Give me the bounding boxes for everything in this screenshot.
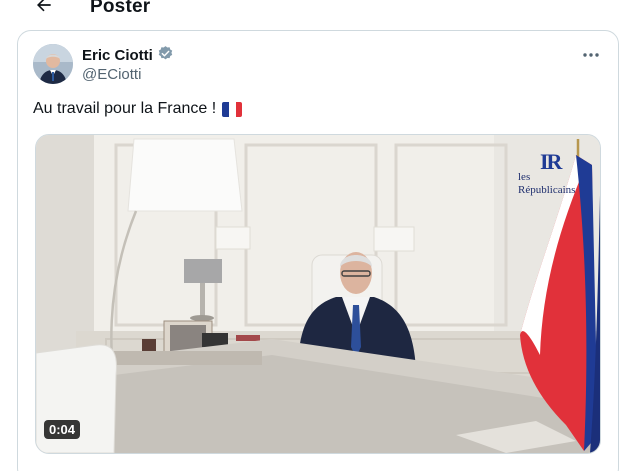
author-name-text: Eric Ciotti: [82, 47, 153, 64]
back-button[interactable]: [30, 0, 58, 20]
arrow-left-icon: [34, 0, 54, 20]
flag-france-icon: [222, 101, 243, 117]
page-title: Poster: [90, 0, 151, 17]
top-bar: Poster: [0, 0, 620, 22]
verified-badge-icon: [157, 45, 174, 66]
more-horizontal-icon: [582, 45, 600, 63]
logo-mark: IR: [540, 149, 562, 174]
tweet-text-content: Au travail pour la France !: [33, 100, 217, 117]
more-options-button[interactable]: [578, 44, 604, 64]
page: Poster Eric Ciotti @ECiotti Au travail p…: [0, 0, 620, 471]
video-duration-badge: 0:04: [44, 420, 81, 439]
logo-line1: les: [518, 171, 531, 183]
tweet-text: Au travail pour la France !: [33, 100, 243, 118]
author-name[interactable]: Eric Ciotti: [82, 45, 174, 66]
author-handle[interactable]: @ECiotti: [82, 66, 141, 83]
video-player[interactable]: IR les Républicains: [35, 134, 601, 454]
les-republicains-logo: IR les Républicains: [516, 149, 596, 199]
author-avatar[interactable]: [33, 44, 73, 84]
logo-line2: Républicains: [518, 184, 576, 196]
